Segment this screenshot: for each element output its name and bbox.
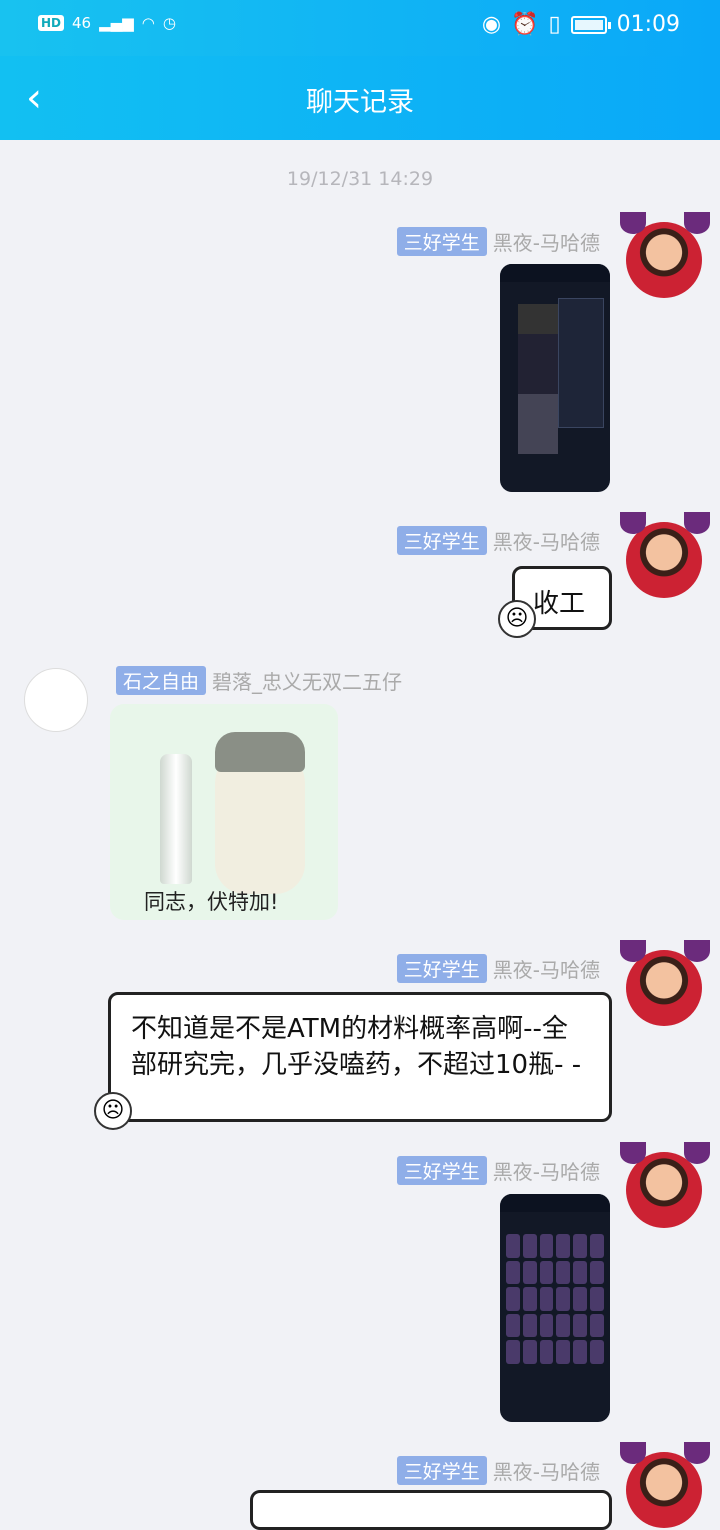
- sender-name: 黑夜-马哈德: [492, 958, 600, 982]
- devil-horns-icon: [620, 212, 710, 240]
- status-right: ◉ ⏰ ▯ 01:09: [482, 12, 680, 37]
- sender-row: 三好学生 黑夜-马哈德: [396, 1456, 600, 1485]
- sender-name: 黑夜-马哈德: [492, 530, 600, 554]
- chat-timestamp: 19/12/31 14:29: [286, 168, 434, 190]
- item-grid: [506, 1234, 604, 1364]
- member-badge: 三好学生: [396, 954, 487, 983]
- status-left: HD 46 ▂▄▆ ◠ ◷: [38, 14, 176, 32]
- member-badge: 石之自由: [116, 666, 207, 695]
- sender-row: 三好学生 黑夜-马哈德: [396, 526, 600, 555]
- sender-name: 黑夜-马哈德: [492, 1460, 600, 1484]
- sticker-caption: 同志，伏特加!: [144, 890, 279, 914]
- vibrate-icon: ▯: [548, 12, 561, 37]
- member-badge: 三好学生: [396, 526, 487, 555]
- ghost-bubble-icon: ☹: [94, 1092, 132, 1130]
- hd-icon: HD: [38, 15, 65, 31]
- devil-horns-icon: [620, 1442, 710, 1470]
- ghost-bubble-icon: ☹: [498, 600, 536, 638]
- network-label: 46: [72, 14, 92, 32]
- devil-horns-icon: [620, 1142, 710, 1170]
- header: ‹ 聊天记录: [0, 56, 720, 140]
- member-badge: 三好学生: [396, 227, 487, 256]
- avatar[interactable]: [24, 668, 88, 732]
- sender-row: 三好学生 黑夜-马哈德: [396, 954, 600, 983]
- sticker-message[interactable]: 同志，伏特加!: [110, 704, 338, 920]
- text-bubble[interactable]: [250, 1490, 612, 1530]
- sender-name: 碧落_忠义无双二五仔: [212, 670, 403, 694]
- eye-icon: ◉: [481, 12, 502, 37]
- devil-horns-icon: [620, 940, 710, 968]
- battery-icon: [570, 15, 611, 34]
- sender-name: 黑夜-马哈德: [492, 231, 600, 255]
- image-message[interactable]: [500, 1194, 610, 1422]
- wifi-icon: ◠: [141, 14, 155, 32]
- sender-row: 三好学生 黑夜-马哈德: [396, 1156, 600, 1185]
- sender-row: 石之自由 碧落_忠义无双二五仔: [116, 666, 402, 695]
- member-badge: 三好学生: [396, 1456, 487, 1485]
- timer-icon: ◷: [162, 14, 176, 32]
- message-text: 收工: [533, 589, 586, 619]
- sender-name: 黑夜-马哈德: [492, 1160, 600, 1184]
- signal-icon: ▂▄▆: [99, 14, 134, 32]
- member-badge: 三好学生: [396, 1156, 487, 1185]
- alarm-icon: ⏰: [511, 12, 539, 37]
- text-bubble[interactable]: 不知道是不是ATM的材料概率高啊--全部研究完，几乎没嗑药，不超过10瓶- -: [108, 992, 612, 1122]
- sender-row: 三好学生 黑夜-马哈德: [396, 227, 600, 256]
- image-message[interactable]: [500, 264, 610, 492]
- status-bar: HD 46 ▂▄▆ ◠ ◷ ◉ ⏰ ▯ 01:09: [0, 0, 720, 56]
- message-text: 不知道是不是ATM的材料概率高啊--全部研究完，几乎没嗑药，不超过10瓶- -: [131, 1014, 582, 1080]
- clock-time: 01:09: [616, 12, 680, 37]
- page-title: 聊天记录: [306, 87, 414, 118]
- devil-horns-icon: [620, 512, 710, 540]
